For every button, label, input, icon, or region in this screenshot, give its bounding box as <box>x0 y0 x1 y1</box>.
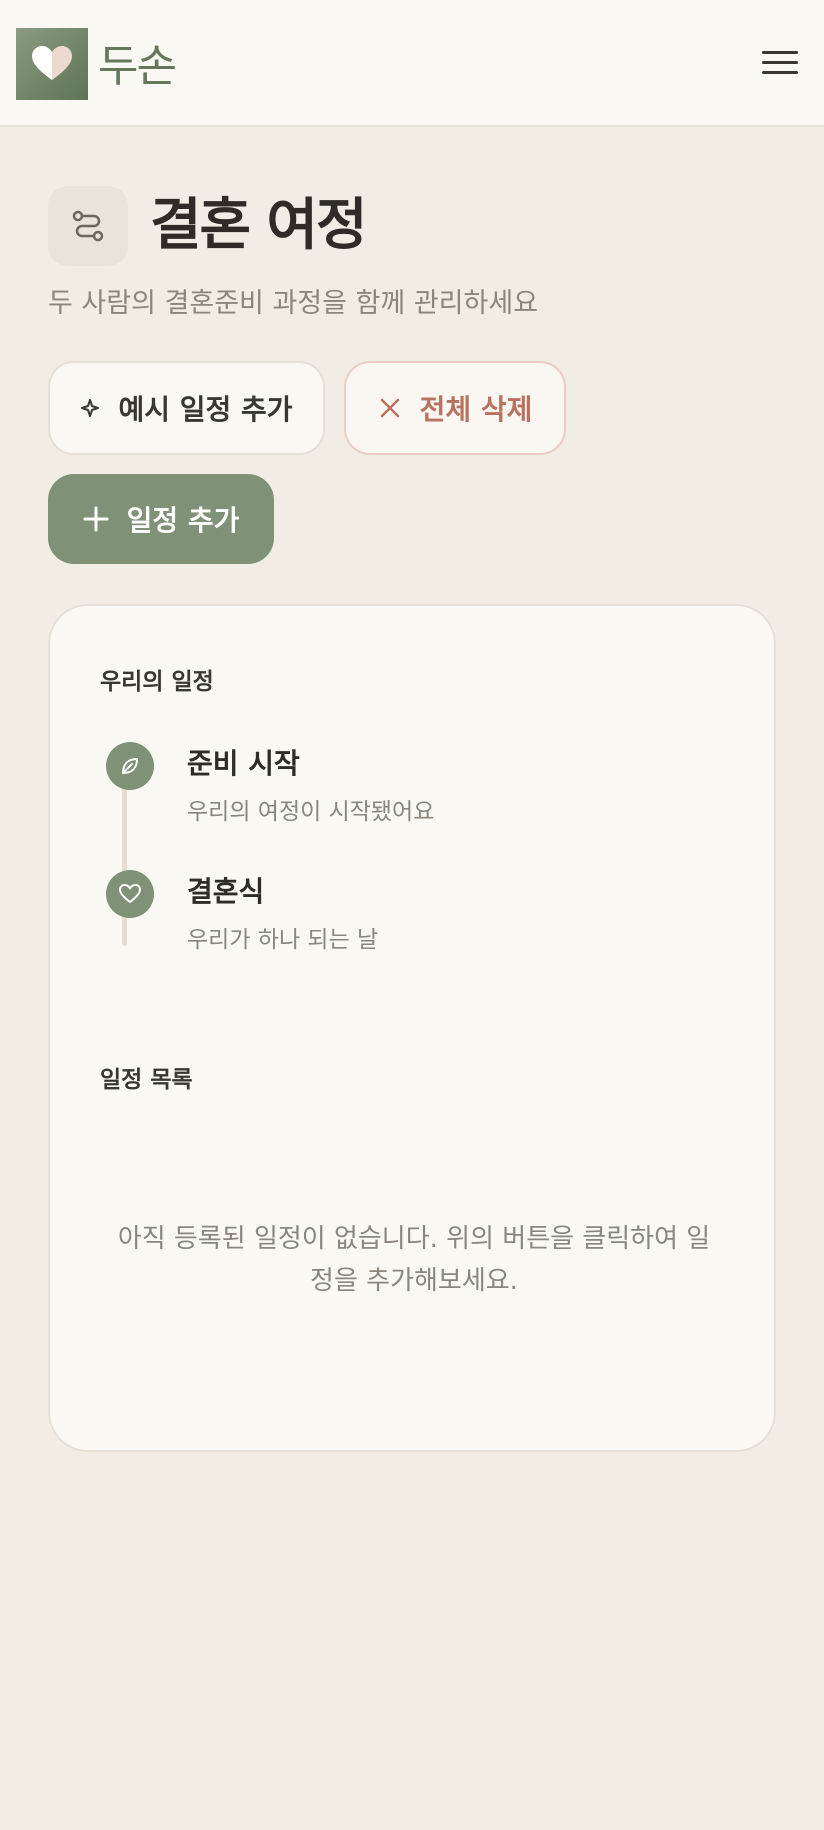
menu-button[interactable] <box>762 44 798 80</box>
app-header: 두손 <box>0 0 824 127</box>
timeline-item-desc: 우리가 하나 되는 날 <box>187 927 379 953</box>
add-schedule-label: 일정 추가 <box>126 504 240 537</box>
page-title: 결혼 여정 <box>150 193 368 258</box>
logo-text: 두손 <box>98 41 177 92</box>
close-icon <box>380 398 399 418</box>
timeline-title: 우리의 일정 <box>100 669 214 695</box>
schedule-list-title: 일정 목록 <box>100 1067 193 1093</box>
page-subtitle: 두 사람의 결혼준비 과정을 함께 관리하세요 <box>48 288 539 319</box>
timeline-item-desc: 우리의 여정이 시작됐어요 <box>187 799 435 825</box>
hamburger-icon-line <box>762 70 798 74</box>
route-icon <box>72 210 104 242</box>
logo[interactable] <box>16 28 88 100</box>
delete-all-label: 전체 삭제 <box>419 393 533 426</box>
sparkle-icon <box>81 399 100 417</box>
schedule-card: 우리의 일정 준비 시작 우리의 여정이 시작됐어요 결혼식 우리가 하나 되는… <box>48 604 776 1452</box>
heart-icon <box>119 884 141 903</box>
empty-state-message: 아직 등록된 일정이 없습니다. 위의 버튼을 클릭하여 일정을 추가해보세요. <box>117 1224 711 1296</box>
timeline-item-title: 준비 시작 <box>187 747 300 780</box>
timeline-item-title: 결혼식 <box>187 875 265 908</box>
hamburger-icon <box>762 50 798 54</box>
delete-all-button[interactable]: 전체 삭제 <box>344 361 566 455</box>
leaf-icon <box>121 757 139 775</box>
timeline-line <box>122 786 127 946</box>
add-example-label: 예시 일정 추가 <box>118 393 293 426</box>
timeline-dot-start <box>106 742 154 790</box>
hamburger-icon-line <box>762 60 798 64</box>
route-icon-box <box>48 186 128 266</box>
timeline-dot-wedding <box>106 870 154 918</box>
plus-icon <box>83 506 109 532</box>
add-schedule-button[interactable]: 일정 추가 <box>48 474 274 564</box>
add-example-button[interactable]: 예시 일정 추가 <box>48 361 325 455</box>
heart-icon <box>32 46 72 80</box>
